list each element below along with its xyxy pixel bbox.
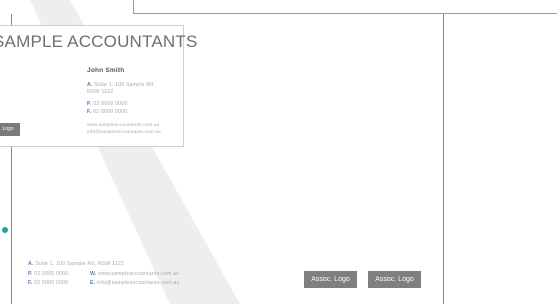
footer-address-label: A. (28, 261, 34, 267)
assoc-logo-2: Assoc. Logo (368, 271, 421, 288)
footer-web-value: www.sampleaccountants.com.au (98, 271, 180, 277)
card-website: www.sampleaccountants.com.au (87, 122, 160, 127)
footer-phone-value: 02 0000 0000 (34, 271, 69, 277)
footer-email-value: info@sampleaccountants.com.au (96, 280, 180, 286)
footer-email: E. info@sampleaccountants.com.au (90, 280, 180, 286)
footer-phone: P. 02 0000 0000 (28, 271, 68, 277)
footer-address-value: Suite 1, 100 Sample Rd, NSW 1122 (35, 261, 125, 267)
fax-value: 02 0000 0000 (93, 109, 128, 115)
card-address-line1: A. Suite 1, 100 Sample Rd, (87, 82, 155, 88)
assoc-logo-1: Assoc. Logo (304, 271, 357, 288)
footer-email-label: E. (90, 280, 96, 286)
footer-web: W. www.sampleaccountants.com.au (90, 271, 179, 277)
company-name: SAMPLE ACCOUNTANTS (0, 32, 198, 51)
footer-fax-label: F. (28, 280, 33, 286)
top-sheet (133, 0, 557, 14)
card-fax: F. 02 0000 0000 (87, 109, 127, 115)
card-email: info@sampleaccountants.com.au (87, 129, 161, 134)
footer-fax-value: 02 0000 0000 (34, 280, 69, 286)
address-label: A. (87, 82, 93, 88)
phone-label: P. (87, 101, 92, 107)
address-line1: Suite 1, 100 Sample Rd, (94, 82, 156, 88)
footer-fax: F. 02 0000 0000 (28, 280, 68, 286)
accent-dot (2, 227, 8, 233)
footer-web-label: W. (90, 271, 97, 277)
address-line2: NSW 1122 (87, 89, 114, 95)
card-logo-box: Logo (0, 123, 20, 136)
person-name: John Smith (87, 67, 125, 74)
footer-address: A. Suite 1, 100 Sample Rd, NSW 1122 (28, 261, 124, 267)
phone-value: 02 0000 0000 (93, 101, 128, 107)
footer-phone-label: P. (28, 271, 33, 277)
fax-label: F. (87, 109, 92, 115)
stationery-mockup: SAMPLE ACCOUNTANTS John Smith A. Suite 1… (0, 0, 557, 304)
business-card: SAMPLE ACCOUNTANTS John Smith A. Suite 1… (0, 25, 197, 147)
card-phone: P. 02 0000 0000 (87, 101, 127, 107)
